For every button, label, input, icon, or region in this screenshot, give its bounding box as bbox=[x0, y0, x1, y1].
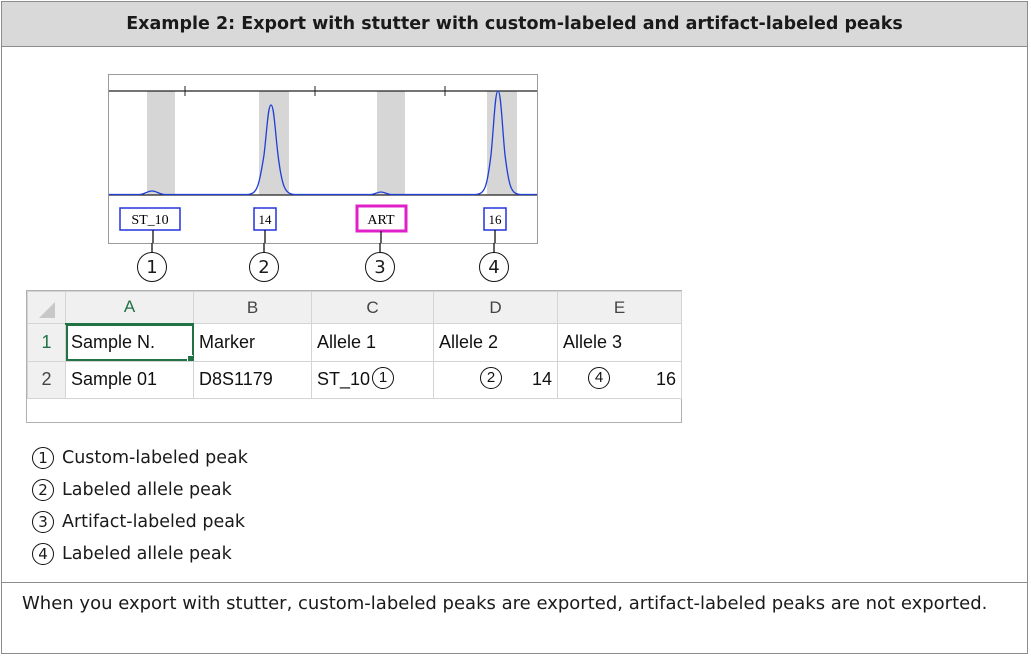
cell-d2[interactable]: 2 14 bbox=[433, 360, 558, 399]
legend-text: Artifact-labeled peak bbox=[62, 512, 246, 532]
legend-item: 1 Custom-labeled peak bbox=[32, 442, 248, 474]
cell-d2-text: 14 bbox=[531, 369, 552, 389]
bin-1 bbox=[147, 91, 175, 195]
legend-number: 3 bbox=[32, 511, 54, 533]
legend-text: Labeled allele peak bbox=[62, 544, 232, 564]
cell-e2[interactable]: 4 16 bbox=[557, 360, 682, 399]
peak-label-art: ART bbox=[367, 213, 395, 228]
export-table: A B C D E 1 Sample N. Marker Allele 1 Al… bbox=[27, 291, 682, 399]
cell-a2[interactable]: Sample 01 bbox=[65, 360, 194, 399]
peak-label-st10: ST_10 bbox=[131, 213, 168, 228]
legend-item: 4 Labeled allele peak bbox=[32, 538, 248, 570]
row-header-2[interactable]: 2 bbox=[27, 360, 66, 399]
table-row: 1 Sample N. Marker Allele 1 Allele 2 All… bbox=[27, 323, 682, 362]
column-header-e[interactable]: E bbox=[557, 291, 682, 324]
cell-c1[interactable]: Allele 1 bbox=[311, 323, 434, 362]
fill-handle[interactable] bbox=[187, 354, 193, 361]
legend-text: Custom-labeled peak bbox=[62, 448, 248, 468]
inline-callout-1: 1 bbox=[372, 366, 394, 389]
peak-label-16: 16 bbox=[489, 212, 503, 227]
peak-label-14: 14 bbox=[259, 212, 273, 227]
legend-number: 1 bbox=[32, 447, 54, 469]
cell-a1-text: Sample N. bbox=[71, 332, 156, 352]
cell-a1[interactable]: Sample N. bbox=[65, 323, 194, 362]
bin-2 bbox=[259, 91, 289, 195]
table-row: 2 Sample 01 D8S1179 ST_10 1 2 14 4 16 bbox=[27, 360, 682, 399]
example-box: Example 2: Export with stutter with cust… bbox=[1, 1, 1028, 654]
cell-d1[interactable]: Allele 2 bbox=[433, 323, 558, 362]
spreadsheet: A B C D E 1 Sample N. Marker Allele 1 Al… bbox=[26, 290, 682, 423]
export-note: When you export with stutter, custom-lab… bbox=[22, 593, 988, 614]
cell-b2[interactable]: D8S1179 bbox=[193, 360, 312, 399]
bin-3 bbox=[377, 91, 405, 195]
legend-item: 2 Labeled allele peak bbox=[32, 474, 248, 506]
cell-e1[interactable]: Allele 3 bbox=[557, 323, 682, 362]
callout-legend: 1 Custom-labeled peak 2 Labeled allele p… bbox=[32, 442, 248, 570]
legend-item: 3 Artifact-labeled peak bbox=[32, 506, 248, 538]
callout-3: 3 bbox=[365, 252, 395, 282]
row-header-1[interactable]: 1 bbox=[27, 323, 66, 362]
column-header-d[interactable]: D bbox=[433, 291, 558, 324]
legend-number: 2 bbox=[32, 479, 54, 501]
column-header-a[interactable]: A bbox=[65, 291, 194, 325]
cell-c2[interactable]: ST_10 1 bbox=[311, 360, 434, 399]
inline-callout-4: 4 bbox=[588, 366, 610, 389]
callout-1: 1 bbox=[137, 252, 167, 282]
column-header-c[interactable]: C bbox=[311, 291, 434, 324]
select-all-corner[interactable] bbox=[27, 291, 66, 324]
electropherogram-plot: ST_10 14 ART 16 bbox=[109, 86, 537, 243]
column-header-row: A B C D E bbox=[27, 291, 682, 325]
inline-callout-2: 2 bbox=[480, 366, 502, 389]
legend-text: Labeled allele peak bbox=[62, 480, 232, 500]
column-header-b[interactable]: B bbox=[193, 291, 312, 324]
cell-c2-text: ST_10 bbox=[317, 369, 371, 389]
callout-2: 2 bbox=[249, 252, 279, 282]
legend-number: 4 bbox=[32, 543, 54, 565]
cell-e2-text: 16 bbox=[655, 369, 676, 389]
callout-4: 4 bbox=[479, 252, 509, 282]
divider bbox=[2, 582, 1027, 583]
electropherogram: ST_10 14 ART 16 bbox=[108, 74, 538, 244]
cell-b1[interactable]: Marker bbox=[193, 323, 312, 362]
example-title: Example 2: Export with stutter with cust… bbox=[2, 2, 1027, 47]
